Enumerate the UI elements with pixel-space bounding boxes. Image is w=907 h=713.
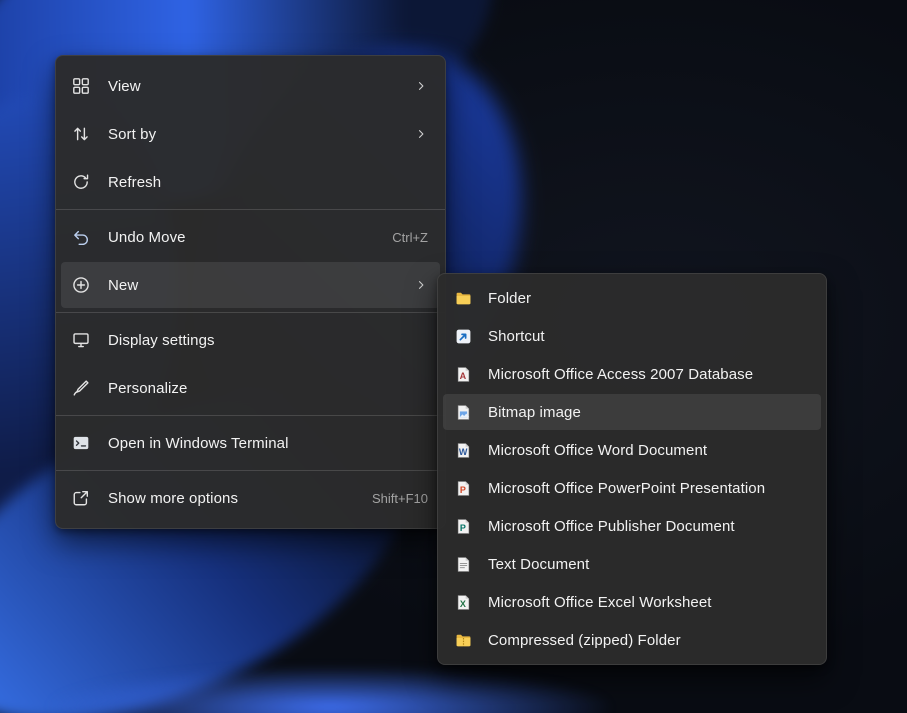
- svg-text:W: W: [459, 447, 468, 457]
- word-file-icon: W: [455, 442, 472, 459]
- submenu-item-label: Microsoft Office Word Document: [488, 442, 809, 459]
- menu-item-display-settings[interactable]: Display settings: [61, 317, 440, 363]
- chevron-right-icon: [414, 79, 428, 93]
- submenu-item-powerpoint-presentation[interactable]: P Microsoft Office PowerPoint Presentati…: [443, 470, 821, 506]
- svg-text:P: P: [460, 485, 466, 495]
- view-grid-icon: [72, 77, 90, 95]
- shortcut-label: Ctrl+Z: [392, 230, 428, 245]
- submenu-item-label: Text Document: [488, 556, 809, 573]
- submenu-item-access-database[interactable]: A Microsoft Office Access 2007 Database: [443, 356, 821, 392]
- submenu-item-label: Bitmap image: [488, 404, 809, 421]
- new-submenu: Folder Shortcut A Microsoft Office Acces…: [437, 273, 827, 665]
- sort-icon: [72, 125, 90, 143]
- menu-item-label: Sort by: [108, 126, 396, 143]
- menu-item-label: View: [108, 78, 396, 95]
- new-plus-icon: [72, 276, 90, 294]
- refresh-icon: [72, 173, 90, 191]
- menu-item-open-windows-terminal[interactable]: Open in Windows Terminal: [61, 420, 440, 466]
- menu-item-label: Undo Move: [108, 229, 362, 246]
- submenu-item-label: Microsoft Office Excel Worksheet: [488, 594, 809, 611]
- menu-item-undo-move[interactable]: Undo Move Ctrl+Z: [61, 214, 440, 260]
- menu-separator: [56, 312, 445, 313]
- desktop-context-menu: View Sort by Refresh Undo Move Ctrl+Z Ne…: [55, 55, 446, 529]
- shortcut-icon: [455, 328, 472, 345]
- menu-item-personalize[interactable]: Personalize: [61, 365, 440, 411]
- shortcut-label: Shift+F10: [372, 491, 428, 506]
- submenu-item-publisher-document[interactable]: P Microsoft Office Publisher Document: [443, 508, 821, 544]
- menu-item-label: Refresh: [108, 174, 428, 191]
- excel-file-icon: X: [455, 594, 472, 611]
- submenu-item-bitmap-image[interactable]: Bitmap image: [443, 394, 821, 430]
- submenu-item-label: Microsoft Office Publisher Document: [488, 518, 809, 535]
- submenu-item-compressed-folder[interactable]: Compressed (zipped) Folder: [443, 622, 821, 658]
- menu-item-label: Display settings: [108, 332, 428, 349]
- show-more-options-icon: [72, 489, 90, 507]
- terminal-icon: [72, 434, 90, 452]
- svg-text:A: A: [460, 371, 467, 381]
- submenu-item-excel-worksheet[interactable]: X Microsoft Office Excel Worksheet: [443, 584, 821, 620]
- menu-item-view[interactable]: View: [61, 63, 440, 109]
- folder-icon: [455, 290, 472, 307]
- access-file-icon: A: [455, 366, 472, 383]
- chevron-right-icon: [414, 127, 428, 141]
- menu-item-sort-by[interactable]: Sort by: [61, 111, 440, 157]
- menu-item-label: New: [108, 277, 396, 294]
- svg-text:X: X: [460, 599, 466, 609]
- menu-item-label: Show more options: [108, 490, 342, 507]
- submenu-item-label: Microsoft Office PowerPoint Presentation: [488, 480, 809, 497]
- submenu-item-folder[interactable]: Folder: [443, 280, 821, 316]
- submenu-item-label: Microsoft Office Access 2007 Database: [488, 366, 809, 383]
- text-file-icon: [455, 556, 472, 573]
- menu-separator: [56, 209, 445, 210]
- menu-separator: [56, 470, 445, 471]
- menu-item-show-more-options[interactable]: Show more options Shift+F10: [61, 475, 440, 521]
- chevron-right-icon: [414, 278, 428, 292]
- wallpaper-bottom-glow: [50, 667, 610, 713]
- menu-separator: [56, 415, 445, 416]
- submenu-item-label: Folder: [488, 290, 809, 307]
- display-settings-icon: [72, 331, 90, 349]
- powerpoint-file-icon: P: [455, 480, 472, 497]
- publisher-file-icon: P: [455, 518, 472, 535]
- personalize-brush-icon: [72, 379, 90, 397]
- undo-icon: [72, 228, 90, 246]
- submenu-item-text-document[interactable]: Text Document: [443, 546, 821, 582]
- submenu-item-shortcut[interactable]: Shortcut: [443, 318, 821, 354]
- menu-item-refresh[interactable]: Refresh: [61, 159, 440, 205]
- bitmap-file-icon: [455, 404, 472, 421]
- menu-item-label: Open in Windows Terminal: [108, 435, 428, 452]
- zip-folder-icon: [455, 632, 472, 649]
- submenu-item-label: Shortcut: [488, 328, 809, 345]
- submenu-item-label: Compressed (zipped) Folder: [488, 632, 809, 649]
- menu-item-label: Personalize: [108, 380, 428, 397]
- svg-text:P: P: [460, 523, 466, 533]
- submenu-item-word-document[interactable]: W Microsoft Office Word Document: [443, 432, 821, 468]
- menu-item-new[interactable]: New: [61, 262, 440, 308]
